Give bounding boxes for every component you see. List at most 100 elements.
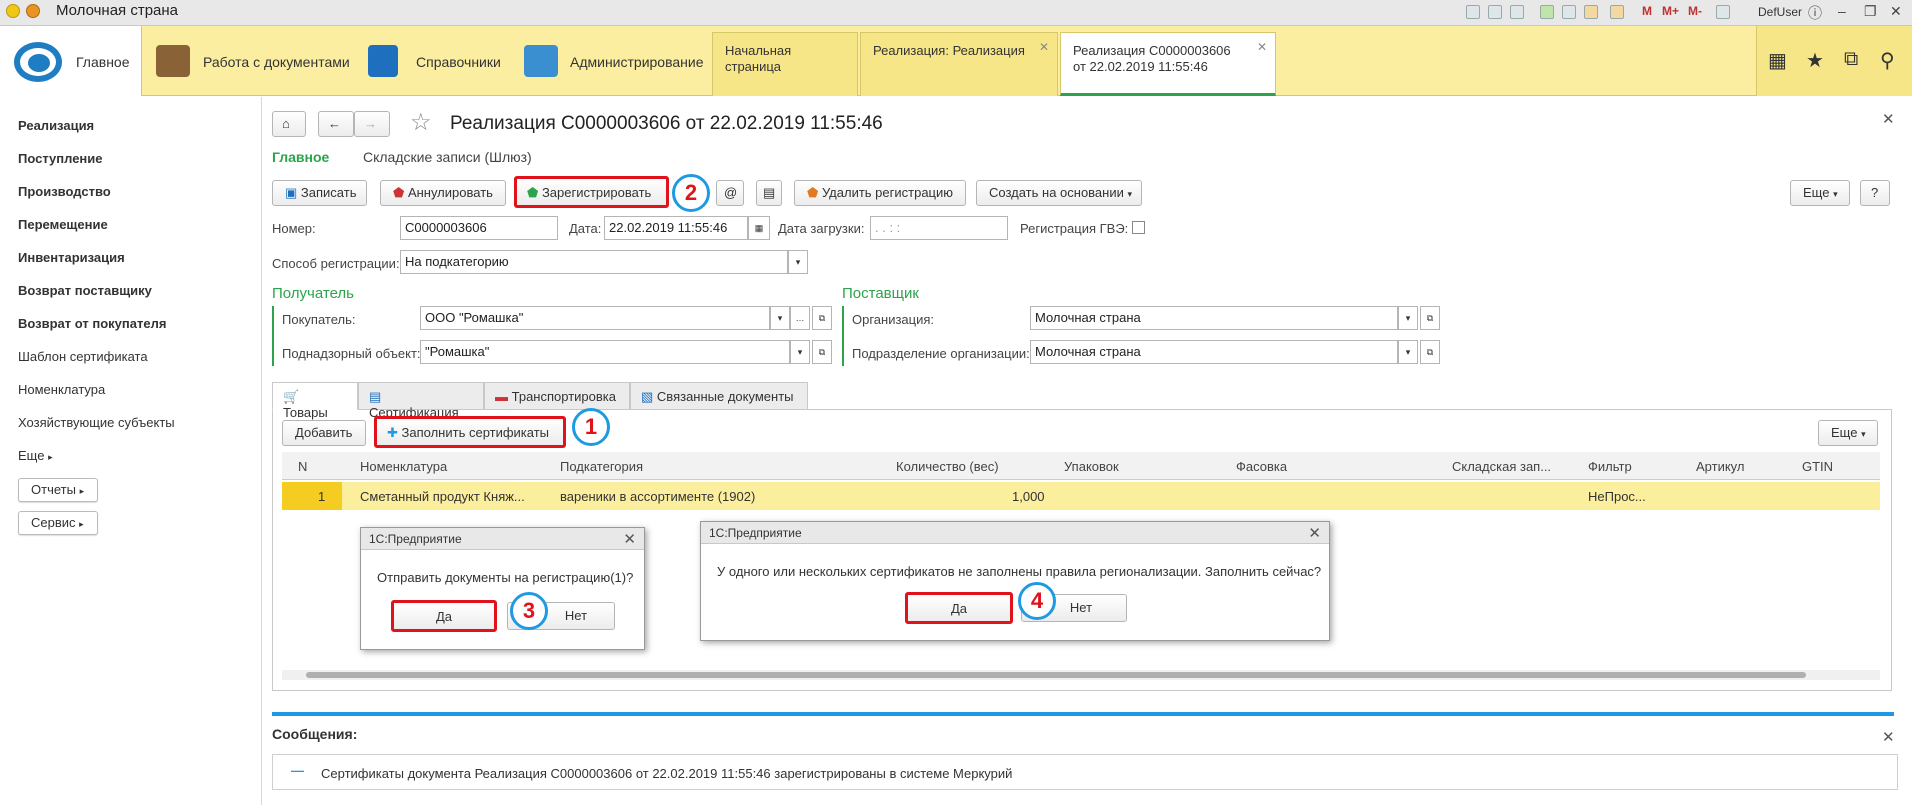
- subtab-main[interactable]: Главное: [272, 149, 329, 165]
- org-dropdown-icon[interactable]: ▾: [1398, 306, 1418, 330]
- sidebar-item-nomenclature[interactable]: Номенклатура: [18, 382, 105, 397]
- main-menu-icon[interactable]: [26, 4, 40, 18]
- column-header[interactable]: Артикул: [1696, 459, 1744, 474]
- dialog-yes-button[interactable]: Да: [905, 592, 1013, 624]
- tab-transport[interactable]: ▬ Транспортировка: [484, 382, 630, 410]
- object-field[interactable]: "Ромашка": [420, 340, 790, 364]
- tab-start-page[interactable]: Начальная страница: [712, 32, 858, 96]
- memory-minus-button[interactable]: M-: [1688, 4, 1702, 18]
- add-button[interactable]: Добавить: [282, 420, 366, 446]
- object-dropdown-icon[interactable]: ▾: [790, 340, 810, 364]
- search-icon[interactable]: ⚲: [1880, 48, 1895, 73]
- load-date-field[interactable]: . . : :: [870, 216, 1008, 240]
- buyer-field[interactable]: ООО "Ромашка": [420, 306, 770, 330]
- info-icon[interactable]: ⓘ: [1808, 3, 1822, 23]
- reports-button[interactable]: Отчеты ▸: [18, 478, 98, 502]
- gvz-checkbox[interactable]: [1132, 221, 1145, 234]
- panel-more-button[interactable]: Еще ▾: [1818, 420, 1878, 446]
- sidebar-item-transfer[interactable]: Перемещение: [18, 217, 108, 232]
- dept-field[interactable]: Молочная страна: [1030, 340, 1398, 364]
- help-button[interactable]: ?: [1860, 180, 1890, 206]
- nav-home-section[interactable]: Главное: [0, 26, 142, 96]
- calendar-icon[interactable]: ▦: [748, 216, 770, 240]
- forward-button[interactable]: →: [354, 111, 390, 137]
- nav-section-documents[interactable]: Работа с документами: [203, 54, 350, 70]
- sidebar-item-inventory[interactable]: Инвентаризация: [18, 250, 125, 265]
- back-button[interactable]: ←: [318, 111, 354, 137]
- window-tool-icon[interactable]: [1610, 5, 1624, 19]
- tab-certification[interactable]: ▤ Сертификация: [358, 382, 484, 420]
- print-button[interactable]: ▤: [756, 180, 782, 206]
- sidebar-item-return-customer[interactable]: Возврат от покупателя: [18, 316, 166, 331]
- buyer-select-icon[interactable]: …: [790, 306, 810, 330]
- register-button[interactable]: ⬟ Зарегистрировать: [514, 176, 669, 208]
- column-header[interactable]: Складская зап...: [1452, 459, 1551, 474]
- table-row[interactable]: 1 Сметанный продукт Княж... вареники в а…: [282, 482, 1880, 510]
- delete-registration-button[interactable]: ⬟ Удалить регистрацию: [794, 180, 966, 206]
- nav-section-catalogs[interactable]: Справочники: [416, 54, 501, 70]
- window-tool-icon[interactable]: [1540, 5, 1554, 19]
- column-header[interactable]: N: [298, 459, 307, 474]
- org-field[interactable]: Молочная страна: [1030, 306, 1398, 330]
- sidebar-item-sales[interactable]: Реализация: [18, 118, 94, 133]
- email-button[interactable]: @: [716, 180, 744, 206]
- messages-close-icon[interactable]: ✕: [1882, 728, 1895, 746]
- functions-grid-icon[interactable]: ▦: [1768, 48, 1787, 73]
- column-header[interactable]: Упаковок: [1064, 459, 1119, 474]
- date-field[interactable]: 22.02.2019 11:55:46: [604, 216, 748, 240]
- close-icon[interactable]: ✕: [1890, 3, 1902, 20]
- window-tool-icon[interactable]: [1562, 5, 1576, 19]
- tab-close-icon[interactable]: ✕: [1257, 39, 1267, 55]
- panel-layout-icon[interactable]: [1716, 5, 1730, 19]
- dialog-close-icon[interactable]: ✕: [623, 530, 636, 548]
- subtab-warehouse[interactable]: Складские записи (Шлюз): [363, 149, 532, 165]
- service-button[interactable]: Сервис ▸: [18, 511, 98, 535]
- annul-button[interactable]: ⬟ Аннулировать: [380, 180, 506, 206]
- number-field[interactable]: С0000003606: [400, 216, 558, 240]
- fill-certificates-button[interactable]: ✚ Заполнить сертификаты: [374, 416, 566, 448]
- buyer-open-icon[interactable]: ⧉: [812, 306, 832, 330]
- favorite-star-icon[interactable]: ☆: [410, 108, 432, 137]
- create-based-on-button[interactable]: Создать на основании ▾: [976, 180, 1142, 206]
- dept-dropdown-icon[interactable]: ▾: [1398, 340, 1418, 364]
- window-tool-icon[interactable]: [1510, 5, 1524, 19]
- buyer-dropdown-icon[interactable]: ▾: [770, 306, 790, 330]
- tab-sales-document[interactable]: Реализация С0000003606 от 22.02.2019 11:…: [1060, 32, 1276, 96]
- tab-goods[interactable]: 🛒 Товары: [272, 382, 358, 420]
- column-header[interactable]: Количество (вес): [896, 459, 999, 474]
- tab-sales-list[interactable]: Реализация: Реализация ✕: [860, 32, 1058, 96]
- window-tool-icon[interactable]: [1488, 5, 1502, 19]
- dialog-close-icon[interactable]: ✕: [1308, 524, 1321, 542]
- column-header[interactable]: GTIN: [1802, 459, 1833, 474]
- close-form-icon[interactable]: ✕: [1882, 110, 1895, 128]
- sidebar-item-receipts[interactable]: Поступление: [18, 151, 103, 166]
- column-header[interactable]: Фасовка: [1236, 459, 1287, 474]
- column-header[interactable]: Подкатегория: [560, 459, 643, 474]
- memory-plus-button[interactable]: M+: [1662, 4, 1679, 18]
- dept-open-icon[interactable]: ⧉: [1420, 340, 1440, 364]
- tab-close-icon[interactable]: ✕: [1039, 39, 1049, 55]
- sidebar-item-cert-template[interactable]: Шаблон сертификата: [18, 349, 148, 364]
- reg-method-dropdown-icon[interactable]: ▾: [788, 250, 808, 274]
- minimize-icon[interactable]: –: [1838, 3, 1846, 19]
- window-tool-icon[interactable]: [1466, 5, 1480, 19]
- sidebar-item-entities[interactable]: Хозяйствующие субъекты: [18, 415, 175, 430]
- column-header[interactable]: Номенклатура: [360, 459, 447, 474]
- memory-button[interactable]: M: [1642, 4, 1652, 18]
- reg-method-select[interactable]: На подкатегорию: [400, 250, 788, 274]
- object-open-icon[interactable]: ⧉: [812, 340, 832, 364]
- column-header[interactable]: Фильтр: [1588, 459, 1632, 474]
- dialog-yes-button[interactable]: Да: [391, 600, 497, 632]
- restore-icon[interactable]: ❐: [1864, 3, 1877, 20]
- tab-related-docs[interactable]: ▧ Связанные документы: [630, 382, 808, 410]
- horizontal-scrollbar[interactable]: [282, 670, 1880, 680]
- history-icon[interactable]: ⧉: [1844, 48, 1858, 71]
- nav-section-admin[interactable]: Администрирование: [570, 54, 704, 70]
- sidebar-item-production[interactable]: Производство: [18, 184, 111, 199]
- sidebar-item-return-supplier[interactable]: Возврат поставщику: [18, 283, 152, 298]
- sidebar-item-more[interactable]: Еще ▸: [18, 448, 53, 463]
- org-open-icon[interactable]: ⧉: [1420, 306, 1440, 330]
- favorites-star-icon[interactable]: ★: [1806, 48, 1824, 73]
- more-button[interactable]: Еще ▾: [1790, 180, 1850, 206]
- scrollbar-thumb[interactable]: [306, 672, 1806, 678]
